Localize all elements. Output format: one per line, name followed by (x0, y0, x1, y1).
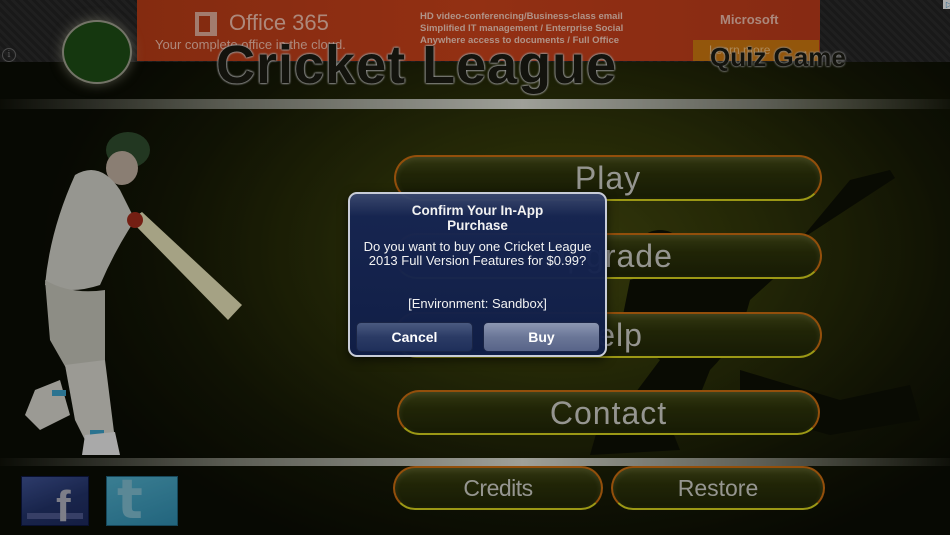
dialog-message: Do you want to buy one Cricket League 20… (363, 239, 592, 268)
restore-button-label: Restore (677, 475, 759, 501)
divider-bottom (0, 458, 950, 466)
buy-button[interactable]: Buy (483, 322, 600, 352)
cricket-ball-logo (62, 20, 132, 84)
restore-button[interactable]: Restore (611, 466, 825, 510)
dialog-title: Confirm Your In-App Purchase (411, 203, 544, 233)
twitter-button[interactable]: t (106, 468, 178, 531)
facebook-stripe (27, 513, 83, 519)
twitter-icon: t (117, 468, 143, 531)
ad-brand: Office 365 (229, 10, 329, 35)
credits-button[interactable]: Credits (393, 466, 603, 510)
adchoices-icon[interactable]: ▷ (943, 0, 950, 9)
facebook-button[interactable]: f (21, 476, 89, 531)
batsman-illustration (25, 132, 242, 455)
in-app-purchase-dialog: Confirm Your In-App Purchase Do you want… (348, 192, 607, 357)
contact-button[interactable]: Contact (397, 390, 820, 435)
cancel-button[interactable]: Cancel (356, 322, 473, 352)
contact-button-label: Contact (549, 395, 668, 431)
ad-info-icon[interactable]: i (2, 48, 16, 62)
credits-button-label: Credits (463, 475, 533, 501)
dialog-environment: [Environment: Sandbox] (408, 296, 547, 311)
divider-top (0, 99, 950, 109)
game-main-menu-screen: i Office 365 Your complete office in the… (0, 0, 950, 535)
ad-feature-line: HD video-conferencing/Business-class ema… (420, 11, 623, 22)
ad-company: Microsoft (720, 12, 779, 27)
game-subtitle: Quiz Game (710, 42, 846, 72)
facebook-icon: f (56, 482, 71, 531)
office-logo-icon (195, 12, 217, 36)
game-title: Cricket League (216, 35, 618, 95)
